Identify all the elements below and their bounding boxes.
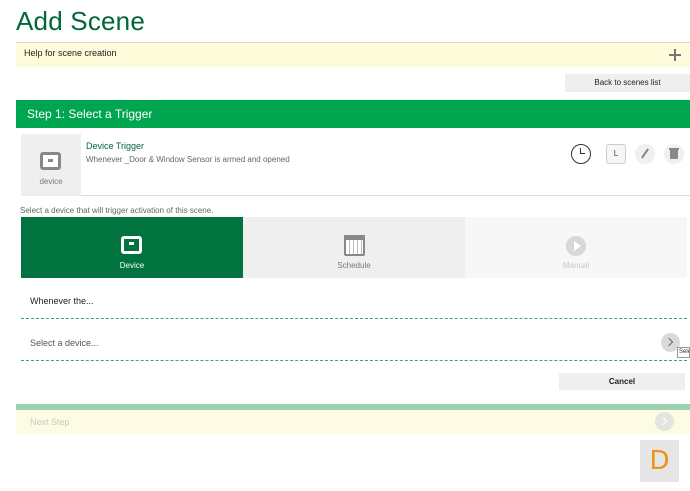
- tab-label: Schedule: [337, 261, 371, 270]
- device-icon: [121, 236, 142, 254]
- instruction-text: Select a device that will trigger activa…: [20, 206, 214, 215]
- thumb-label: device: [39, 177, 63, 186]
- next-step-label: Next Step: [30, 417, 70, 427]
- tab-device[interactable]: Device: [21, 217, 243, 278]
- trigger-type-tabs: Device Schedule Manual: [21, 217, 687, 278]
- trigger-thumbnail: device: [21, 134, 81, 196]
- tab-manual[interactable]: Manual: [465, 217, 687, 278]
- trigger-card: device Device Trigger Whenever _Door & W…: [21, 134, 690, 196]
- tab-label: Device: [119, 261, 145, 270]
- step-header: Step 1: Select a Trigger: [16, 100, 690, 128]
- device-icon: [40, 152, 61, 170]
- tab-label: Manual: [562, 261, 590, 270]
- label-button[interactable]: L: [606, 144, 626, 164]
- clock-icon[interactable]: [571, 144, 591, 164]
- next-step-chevron-icon: [655, 412, 674, 431]
- next-step-bar: Next Step: [16, 410, 690, 434]
- select-device-field[interactable]: Select a device...: [30, 338, 99, 348]
- divider: [21, 318, 687, 319]
- trigger-title[interactable]: Device Trigger: [86, 141, 144, 151]
- tooltip: Sele: [677, 347, 690, 358]
- page-title: Add Scene: [16, 6, 146, 36]
- plus-icon[interactable]: [668, 48, 682, 62]
- back-to-scenes-button[interactable]: Back to scenes list: [565, 74, 690, 92]
- pencil-icon[interactable]: [635, 144, 655, 164]
- step-title: Step 1: Select a Trigger: [27, 107, 153, 121]
- calendar-icon: [344, 235, 365, 256]
- help-bar[interactable]: Help for scene creation: [16, 42, 690, 67]
- help-text: Help for scene creation: [24, 48, 117, 58]
- trigger-description: Whenever _Door & Window Sensor is armed …: [86, 155, 290, 164]
- trash-icon[interactable]: [664, 144, 684, 164]
- whenever-label: Whenever the...: [30, 296, 94, 306]
- play-icon: [566, 236, 586, 256]
- corner-badge[interactable]: D: [640, 440, 679, 482]
- divider: [21, 360, 687, 361]
- cancel-button[interactable]: Cancel: [559, 373, 685, 390]
- tab-schedule[interactable]: Schedule: [243, 217, 465, 278]
